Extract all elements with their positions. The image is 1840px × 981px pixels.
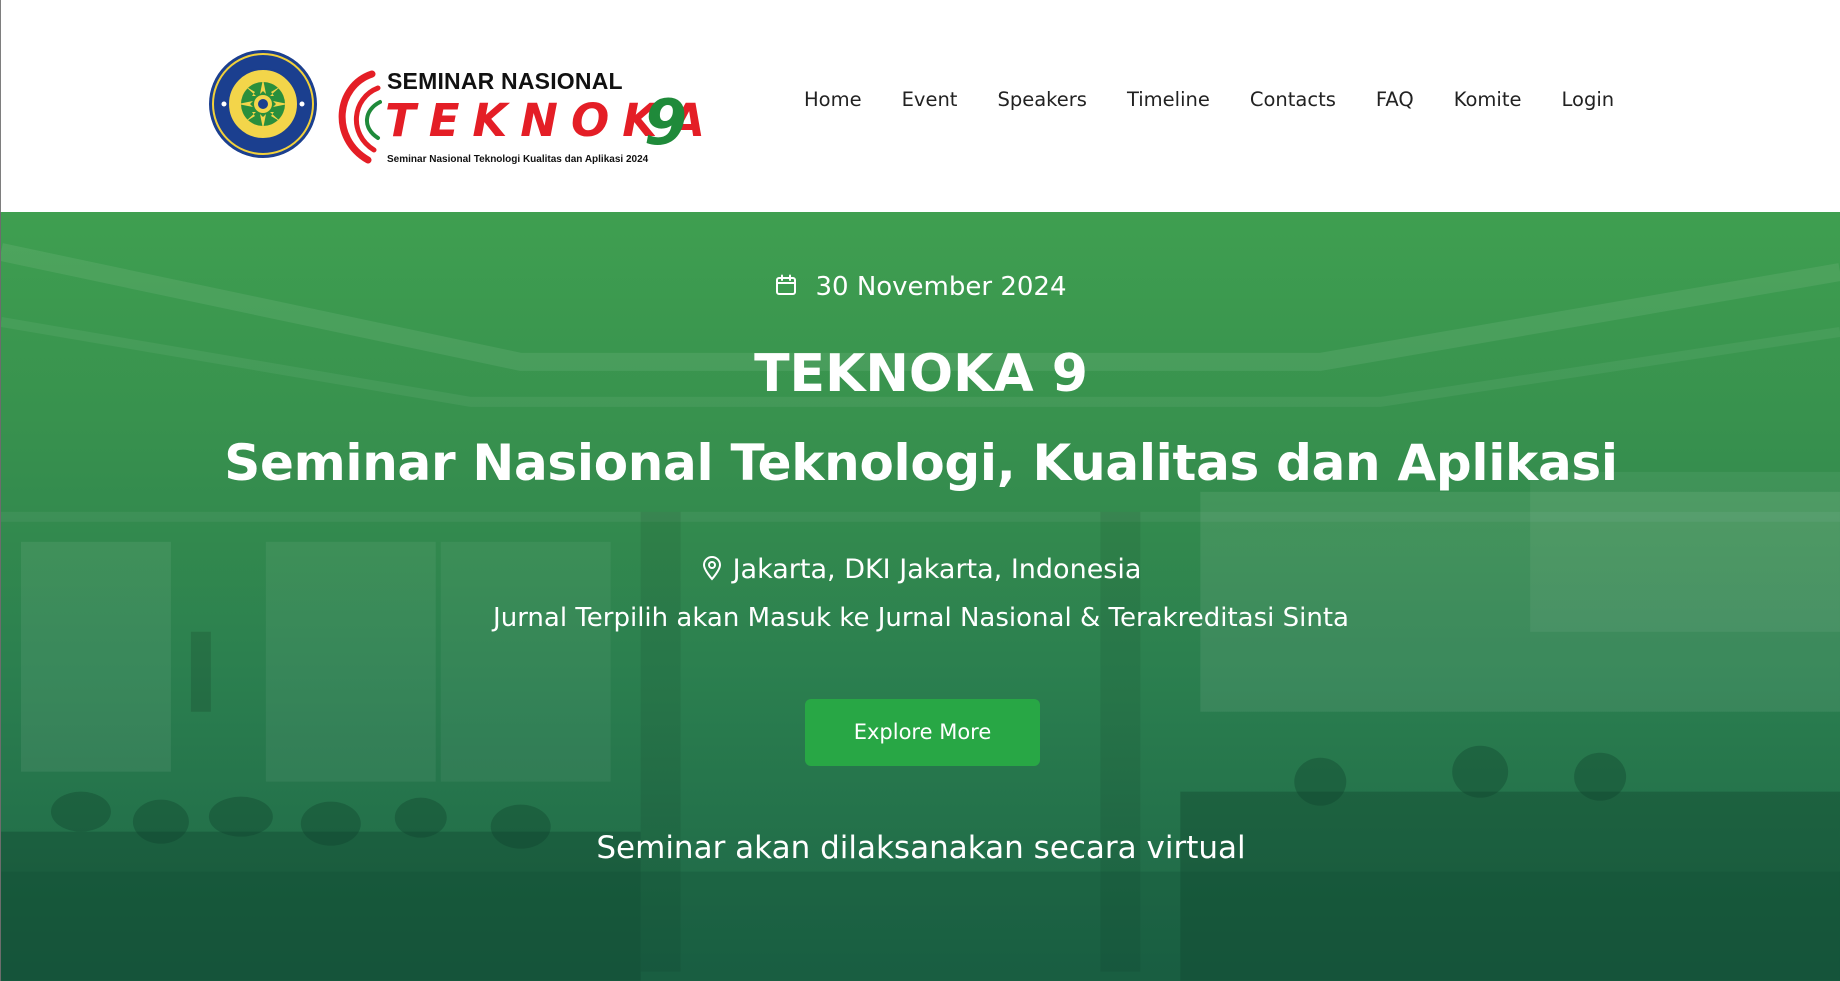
brand-subtitle: Seminar Nasional Teknologi Kualitas dan … xyxy=(387,154,649,165)
nav-speakers[interactable]: Speakers xyxy=(997,88,1086,111)
brand-top-text: SEMINAR NASIONAL xyxy=(387,68,623,94)
main-nav: Home Event Speakers Timeline Contacts FA… xyxy=(804,88,1614,111)
nav-contacts[interactable]: Contacts xyxy=(1250,88,1336,111)
teknoka-brand-logo: SEMINAR NASIONAL TEKNOKA 9 Seminar Nasio… xyxy=(326,56,705,166)
nav-event[interactable]: Event xyxy=(902,88,958,111)
site-header: SEMINAR NASIONAL TEKNOKA 9 Seminar Nasio… xyxy=(0,0,1840,212)
nav-login[interactable]: Login xyxy=(1562,88,1615,111)
event-location-text: Jakarta, DKI Jakarta, Indonesia xyxy=(732,554,1142,585)
logo-link[interactable]: SEMINAR NASIONAL TEKNOKA 9 Seminar Nasio… xyxy=(208,46,705,166)
hero-subtitle: Seminar Nasional Teknologi, Kualitas dan… xyxy=(224,434,1618,492)
event-date-text: 30 November 2024 xyxy=(815,272,1067,302)
nav-timeline[interactable]: Timeline xyxy=(1127,88,1210,111)
swoosh-logo-mark xyxy=(338,70,382,164)
nav-komite[interactable]: Komite xyxy=(1454,88,1522,111)
brand-number: 9 xyxy=(644,86,688,159)
journal-note: Jurnal Terpilih akan Masuk ke Jurnal Nas… xyxy=(493,603,1349,633)
university-seal-logo xyxy=(209,50,317,158)
map-pin-icon xyxy=(702,555,721,581)
nav-faq[interactable]: FAQ xyxy=(1376,88,1414,111)
calendar-icon xyxy=(776,274,797,295)
hero-content: 30 November 2024 TEKNOKA 9 Seminar Nasio… xyxy=(1,212,1840,981)
event-date: 30 November 2024 xyxy=(1,272,1840,302)
hero-title: TEKNOKA 9 xyxy=(754,344,1088,404)
nav-home[interactable]: Home xyxy=(804,88,862,111)
virtual-note: Seminar akan dilaksanakan secara virtual xyxy=(596,830,1246,866)
explore-more-button[interactable]: Explore More xyxy=(805,699,1040,766)
hero-section: 30 November 2024 TEKNOKA 9 Seminar Nasio… xyxy=(0,212,1840,981)
event-location: Jakarta, DKI Jakarta, Indonesia xyxy=(1,554,1840,585)
